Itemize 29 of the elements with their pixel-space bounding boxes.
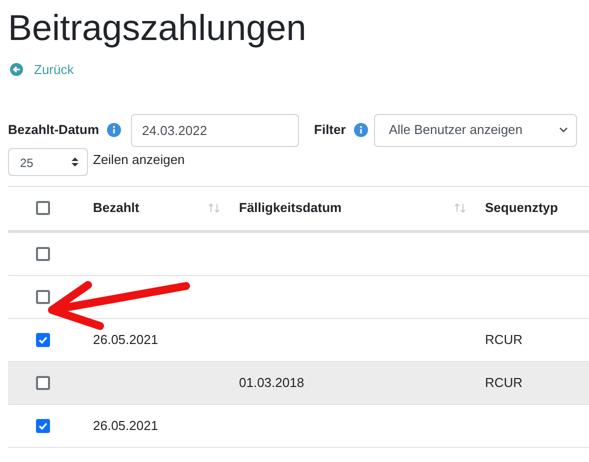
column-header[interactable]: Fälligkeitsdatum [239,198,466,218]
date-field[interactable]: 24.03.2022 [131,114,300,146]
checkbox[interactable] [36,376,50,390]
page-size-dropdown[interactable]: 25 [8,148,88,176]
checkbox[interactable] [36,201,50,215]
table-row[interactable]: 26.05.2021 [8,404,589,448]
table-cell: 26.05.2021 [93,332,158,346]
table-cell: 26.05.2021 [93,418,158,432]
field-label: Bezahlt-Datum [8,121,100,140]
table-row[interactable]: 01.03.2018 RCUR [8,362,589,404]
table-cell: 01.03.2018 [239,374,304,390]
checkbox[interactable] [36,290,50,304]
info-icon[interactable] [354,123,368,137]
filter-dropdown[interactable]: Alle Benutzer anzeigen [374,114,577,146]
table-row[interactable] [8,276,589,318]
table-cell: RCUR [485,332,523,346]
field-label: Filter [314,121,346,140]
back-arrow-icon [10,63,23,76]
table-cell: RCUR [485,374,523,390]
checkbox[interactable] [36,332,50,346]
checkbox[interactable] [36,246,50,260]
column-header[interactable]: Sequenztyp [485,198,585,218]
checkbox[interactable] [36,418,50,432]
chevron-down-icon [558,127,568,133]
table-row[interactable]: 26.05.2021 RCUR [8,318,589,362]
page-size-label: Zeilen anzeigen [93,150,185,169]
column-header[interactable]: Bezahlt [93,198,220,218]
page-title: Beitragszahlungen [8,10,308,46]
info-icon[interactable] [107,123,122,137]
